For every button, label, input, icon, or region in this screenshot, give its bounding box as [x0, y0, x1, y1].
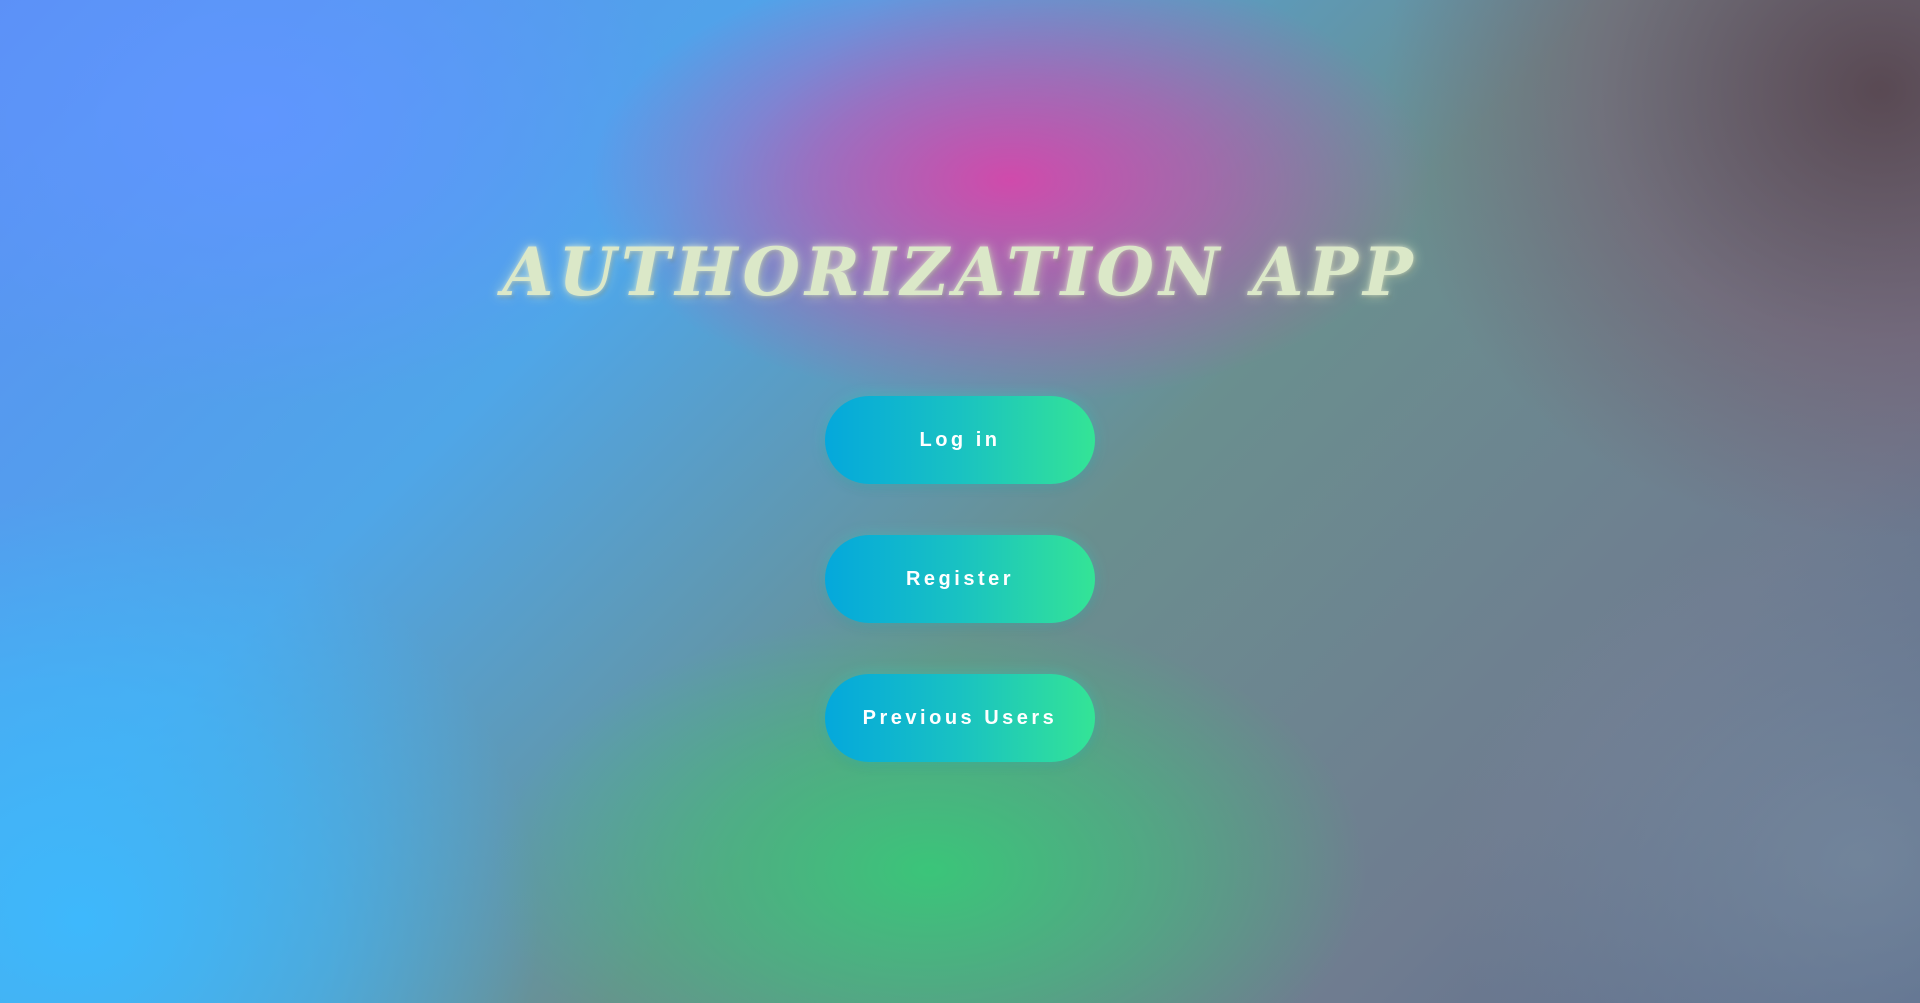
previous-users-button[interactable]: Previous Users	[825, 674, 1095, 762]
register-button[interactable]: Register	[825, 535, 1095, 623]
log-in-button[interactable]: Log in	[825, 396, 1095, 484]
main-menu: Log in Register Previous Users	[825, 396, 1095, 813]
page-title: AUTHORIZATION APP	[502, 233, 1418, 311]
